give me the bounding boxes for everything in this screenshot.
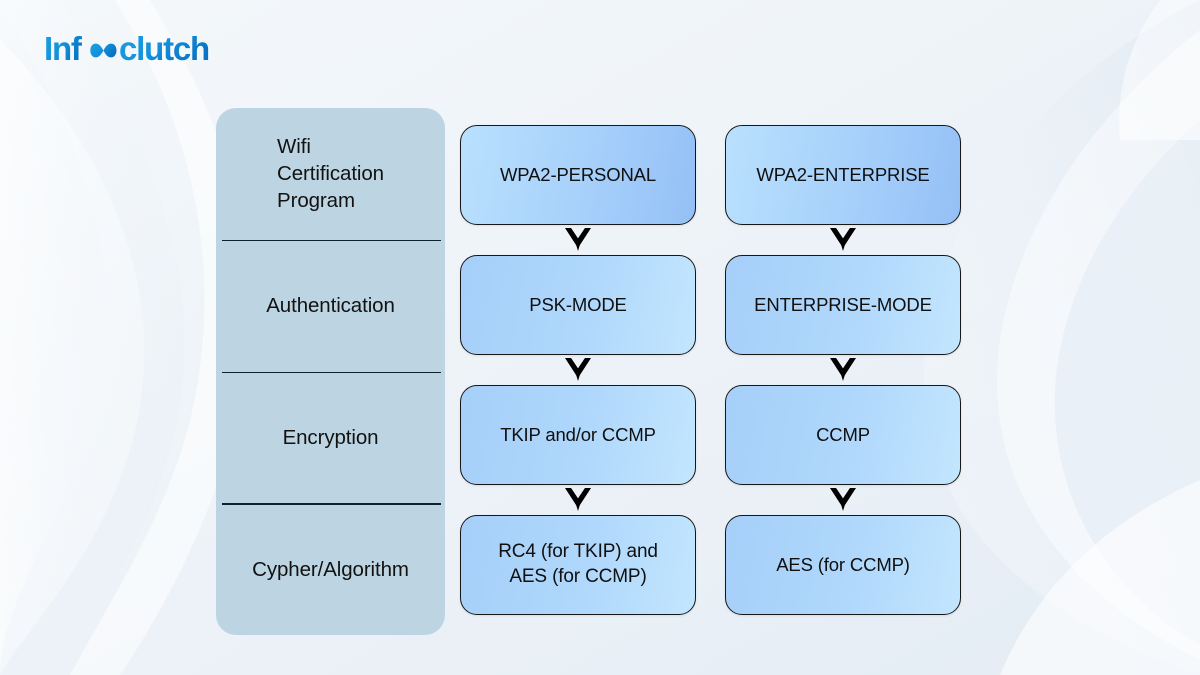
flow-box-label: WPA2-ENTERPRISE (756, 163, 930, 185)
flow-box-enterprise-mode[interactable]: ENTERPRISE-MODE (725, 255, 961, 355)
infoclutch-logo-svg: Inf clutch (44, 30, 210, 67)
row-label-cypher-algorithm: Cypher/Algorithm (216, 503, 445, 635)
flow-box-aes-for-ccmp[interactable]: AES (for CCMP) (725, 515, 961, 615)
row-label-panel: Wifi Certification Program Authenticatio… (216, 108, 445, 635)
flow-box-label: RC4 (for TKIP) and AES (for CCMP) (498, 541, 658, 587)
svg-text:Inf: Inf (44, 30, 83, 67)
row-label-wifi-certification-program: Wifi Certification Program (216, 108, 445, 240)
flow-box-wpa2-enterprise[interactable]: WPA2-ENTERPRISE (725, 125, 961, 225)
flow-box-label: CCMP (816, 423, 870, 445)
flow-column-wpa2-enterprise: WPA2-ENTERPRISE ENTERPRISE-MODE CCMP AES… (725, 125, 961, 615)
flow-column-wpa2-personal: WPA2-PERSONAL PSK-MODE TKIP and/or CCMP (460, 125, 696, 615)
row-label-encryption: Encryption (216, 371, 445, 504)
infinity-icon (90, 43, 117, 58)
flow-arrow (725, 355, 961, 385)
chevron-down-arrow-icon (830, 358, 856, 381)
chevron-down-arrow-icon (565, 228, 591, 251)
row-label-text: Authentication (266, 294, 395, 318)
flow-arrow (725, 225, 961, 255)
flow-arrow (460, 225, 696, 255)
wpa2-comparison-diagram: Wifi Certification Program Authenticatio… (0, 0, 1200, 675)
flow-box-label: AES (for CCMP) (776, 553, 910, 575)
flow-box-label: ENTERPRISE-MODE (754, 293, 932, 315)
row-label-text: Cypher/Algorithm (252, 557, 409, 581)
flow-box-psk-mode[interactable]: PSK-MODE (460, 255, 696, 355)
svg-text:clutch: clutch (119, 30, 209, 67)
row-label-authentication: Authentication (216, 239, 445, 372)
flow-arrow (460, 485, 696, 515)
flow-box-wpa2-personal[interactable]: WPA2-PERSONAL (460, 125, 696, 225)
flow-box-label: TKIP and/or CCMP (500, 423, 656, 445)
flow-box-rc4-and-aes[interactable]: RC4 (for TKIP) and AES (for CCMP) (460, 515, 696, 615)
row-label-text: Wifi Certification Program (277, 135, 384, 213)
chevron-down-arrow-icon (830, 228, 856, 251)
flow-box-ccmp[interactable]: CCMP (725, 385, 961, 485)
flow-arrow (460, 355, 696, 385)
brand-logo[interactable]: Inf clutch (44, 30, 230, 70)
flow-box-label: WPA2-PERSONAL (499, 163, 657, 185)
flow-box-label: PSK-MODE (529, 293, 627, 315)
flow-box-tkip-and-or-ccmp[interactable]: TKIP and/or CCMP (460, 385, 696, 485)
row-label-text: Encryption (282, 425, 379, 449)
chevron-down-arrow-icon (565, 488, 591, 511)
chevron-down-arrow-icon (830, 488, 856, 511)
chevron-down-arrow-icon (565, 358, 591, 381)
flow-arrow (725, 485, 961, 515)
